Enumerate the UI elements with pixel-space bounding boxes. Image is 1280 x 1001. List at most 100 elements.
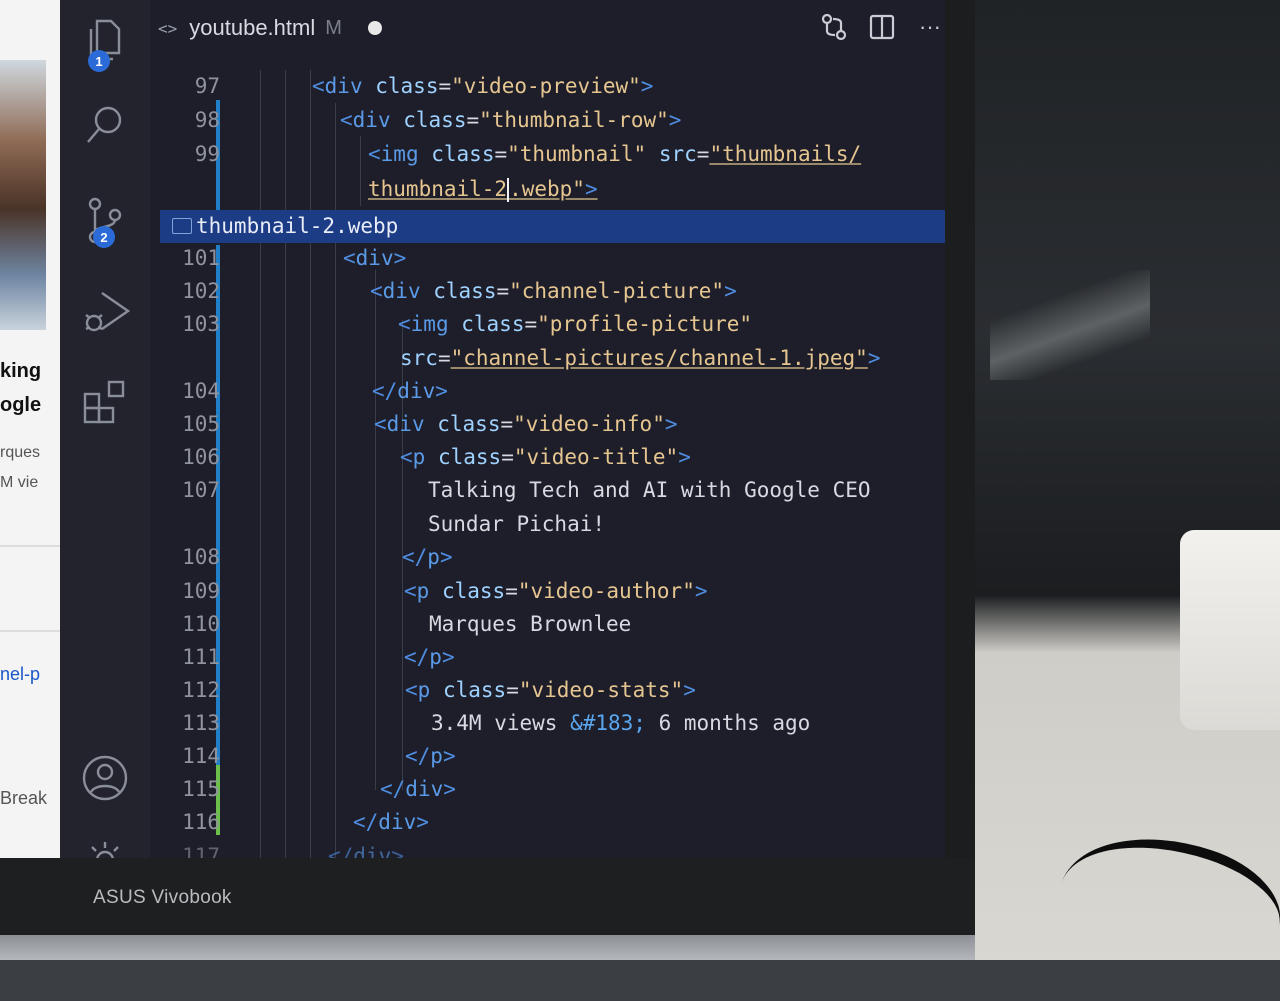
code-text: <div class="channel-picture"> (370, 275, 737, 308)
code-line[interactable]: Sundar Pichai! (150, 508, 945, 541)
settings-gear-icon[interactable] (60, 830, 150, 858)
code-line[interactable]: 114 </p> (150, 740, 945, 773)
line-number: 116 (182, 810, 220, 834)
code-line[interactable]: 105 <div class="video-info"> (150, 408, 945, 441)
code-token: = (438, 74, 452, 98)
code-token: < (368, 142, 381, 166)
code-line[interactable]: 115 </div> (150, 773, 945, 806)
code-token: > (439, 545, 453, 569)
code-token: 6 months ago (645, 711, 811, 735)
laptop-hinge (0, 935, 975, 960)
line-number: 104 (182, 379, 220, 403)
code-text: <p class="video-stats"> (405, 674, 696, 707)
code-line[interactable]: 117 </div> (150, 840, 945, 858)
source-control-icon[interactable]: 2 (60, 190, 150, 250)
code-line[interactable]: src="channel-pictures/channel-1.jpeg"> (150, 342, 945, 375)
code-line[interactable]: 112 <p class="video-stats"> (150, 674, 945, 707)
code-text: <div class="video-preview"> (312, 70, 653, 103)
code-line[interactable]: 101 <div> (150, 242, 945, 275)
code-line[interactable]: 102 <div class="channel-picture"> (150, 275, 945, 308)
code-token: "video-author" (517, 579, 695, 603)
code-token: div (353, 844, 392, 858)
divider (0, 630, 60, 632)
code-line[interactable]: 99 <img class="thumbnail" src="thumbnails… (150, 138, 945, 171)
code-line[interactable]: 111 </p> (150, 641, 945, 674)
line-number: 109 (182, 579, 220, 603)
code-token: div (386, 412, 425, 436)
code-token: Sundar Pichai! (428, 512, 606, 536)
tab-youtube-html[interactable]: <> youtube.html M (150, 0, 382, 56)
code-line[interactable]: 104 </div> (150, 375, 945, 408)
line-number: 106 (182, 445, 220, 469)
code-line[interactable]: 98 <div class="thumbnail-row"> (150, 104, 945, 137)
code-line[interactable]: 109 <p class="video-author"> (150, 575, 945, 608)
code-line[interactable]: 110 Marques Brownlee (150, 608, 945, 641)
split-editor-icon[interactable] (867, 10, 897, 44)
code-text: </p> (402, 541, 453, 574)
code-line[interactable]: 108 </p> (150, 541, 945, 574)
line-number: 115 (182, 777, 220, 801)
account-icon[interactable] (60, 748, 150, 808)
code-token: p (430, 744, 443, 768)
line-number: 117 (182, 844, 220, 858)
code-editor[interactable]: 97 <div class="video-preview"> 98 <div clas… (150, 70, 945, 858)
code-line[interactable]: 107 Talking Tech and AI with Google CEO (150, 474, 945, 507)
code-token: > (724, 279, 737, 303)
code-token: </ (402, 545, 428, 569)
autocomplete-suggestion[interactable]: thumbnail-2.webp (160, 210, 945, 243)
code-token: class (437, 412, 501, 436)
code-token: div (352, 108, 391, 132)
code-line[interactable]: 116 </div> (150, 806, 945, 839)
code-token: </ (405, 744, 431, 768)
code-token: img (410, 312, 449, 336)
code-text: thumbnail-2.webp"> (368, 173, 598, 206)
code-icon: <> (158, 18, 178, 38)
code-token: > (435, 379, 448, 403)
code-text: Sundar Pichai! (428, 508, 605, 541)
code-token: > (867, 346, 881, 370)
browser-text-4: M vie (0, 474, 39, 491)
line-number: 107 (182, 478, 220, 502)
line-number: 108 (182, 545, 220, 569)
code-token: > (393, 246, 407, 270)
line-number: 105 (182, 412, 220, 436)
compare-changes-icon[interactable] (819, 10, 849, 44)
code-line[interactable]: 97 <div class="video-preview"> (150, 70, 945, 103)
code-token: div (382, 279, 421, 303)
code-token: Talking Tech and AI with Google CEO (428, 478, 871, 502)
code-token: = (501, 445, 514, 469)
run-debug-icon[interactable] (60, 280, 150, 340)
code-line[interactable]: 103 <img class="profile-picture" (150, 308, 945, 341)
code-token: > (668, 108, 682, 132)
code-token: &#183; (570, 711, 646, 735)
code-token: < (370, 279, 383, 303)
code-text: <img class="thumbnail" src="thumbnails/ (368, 138, 861, 171)
speaker (1180, 530, 1280, 730)
code-token: > (391, 844, 404, 858)
code-line[interactable]: thumbnail-2.webp"> (150, 173, 945, 206)
code-line[interactable]: 106 <p class="video-title"> (150, 441, 945, 474)
code-line[interactable]: 113 3.4M views &#183; 6 months ago (150, 707, 945, 740)
unsaved-dot-icon[interactable] (367, 21, 382, 35)
code-token: class (437, 445, 502, 469)
line-number: 102 (182, 279, 220, 303)
code-token: = (505, 579, 518, 603)
line-number: 113 (182, 711, 220, 735)
browser-text-1: king (0, 360, 42, 382)
video-thumbnail[interactable] (0, 60, 46, 330)
code-text: <div class="video-info"> (374, 408, 678, 441)
code-token: > (441, 645, 455, 669)
code-token: < (340, 108, 353, 132)
extensions-icon[interactable] (60, 372, 150, 432)
search-icon[interactable] (60, 95, 150, 155)
divider (0, 545, 60, 547)
explorer-icon[interactable]: 1 (60, 10, 150, 72)
code-token: < (343, 246, 356, 270)
more-actions-icon[interactable]: ··· (915, 10, 945, 44)
code-token: p (427, 545, 440, 569)
line-number: 112 (182, 678, 220, 702)
